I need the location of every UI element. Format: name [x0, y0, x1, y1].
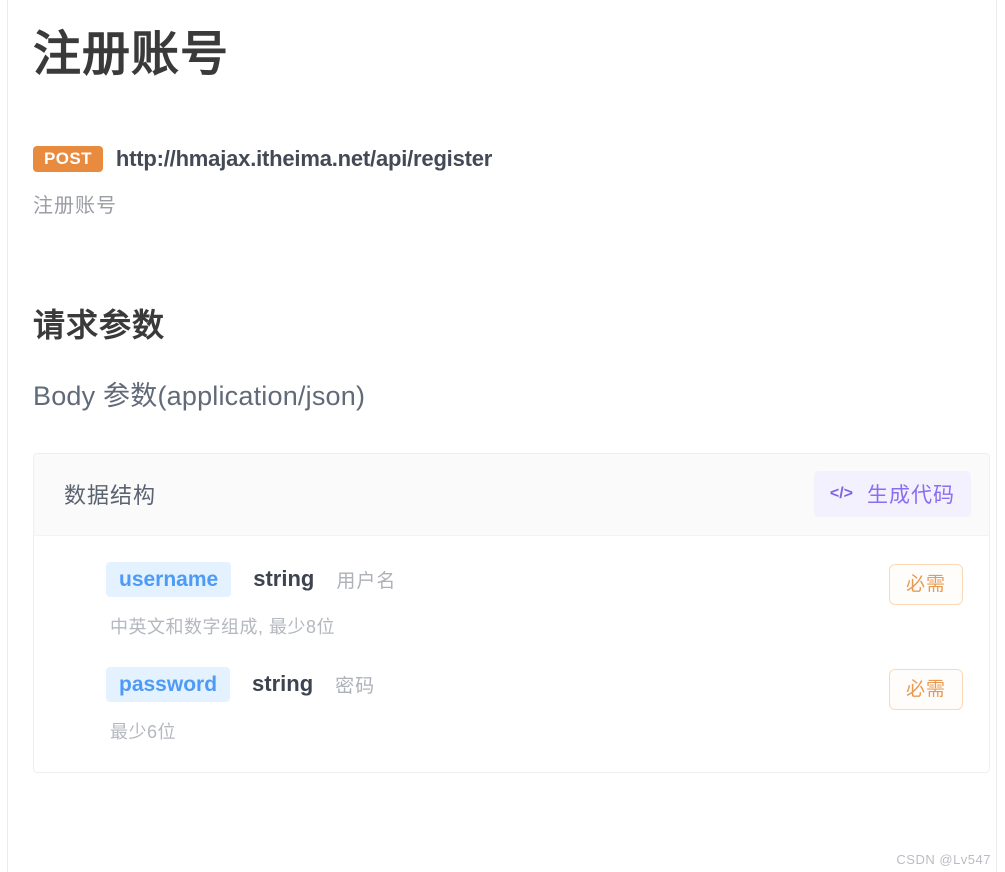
param-note: 中英文和数字组成, 最少8位	[110, 616, 336, 637]
param-name-chip[interactable]: password	[106, 666, 231, 702]
http-method-badge: POST	[33, 145, 103, 172]
endpoint-row: POST http://hmajax.itheima.net/api/regis…	[33, 145, 990, 172]
generate-code-label: 生成代码	[867, 484, 955, 508]
request-body-subheading: Body 参数(application/json)	[33, 380, 366, 411]
required-badge: 必需	[888, 563, 963, 605]
params-panel-header: 数据结构 </> 生成代码	[34, 453, 989, 536]
data-structure-label: 数据结构	[64, 483, 157, 509]
param-info: password string 密码 最少6位	[106, 666, 376, 744]
param-label: 用户名	[336, 570, 397, 592]
required-badge: 必需	[888, 668, 963, 710]
param-label: 密码	[335, 675, 376, 697]
param-name-line: password string 密码	[106, 666, 376, 702]
param-type: string	[252, 671, 314, 697]
api-doc-page: 注册账号 POST http://hmajax.itheima.net/api/…	[33, 0, 990, 773]
page-title: 注册账号	[33, 28, 230, 81]
watermark: CSDN @Lv547	[896, 852, 991, 867]
param-name-line: username string 用户名	[106, 561, 397, 597]
params-panel: 数据结构 </> 生成代码 username string 用户名 中英文和数字…	[33, 452, 990, 773]
generate-code-button[interactable]: </> 生成代码	[813, 471, 971, 518]
params-panel-body: username string 用户名 中英文和数字组成, 最少8位 必需 pa…	[34, 536, 989, 744]
api-description: 注册账号	[33, 194, 117, 217]
code-brackets-icon: </>	[829, 485, 853, 503]
request-params-heading: 请求参数	[33, 306, 166, 343]
param-type: string	[253, 566, 315, 592]
param-name-chip[interactable]: username	[106, 561, 232, 597]
page-left-rule	[7, 0, 8, 872]
endpoint-url: http://hmajax.itheima.net/api/register	[115, 145, 493, 171]
table-row: username string 用户名 中英文和数字组成, 最少8位 必需	[34, 561, 989, 639]
param-info: username string 用户名 中英文和数字组成, 最少8位	[106, 561, 397, 639]
table-row: password string 密码 最少6位 必需	[34, 666, 989, 744]
param-note: 最少6位	[110, 721, 177, 742]
page-right-rule	[996, 0, 997, 872]
